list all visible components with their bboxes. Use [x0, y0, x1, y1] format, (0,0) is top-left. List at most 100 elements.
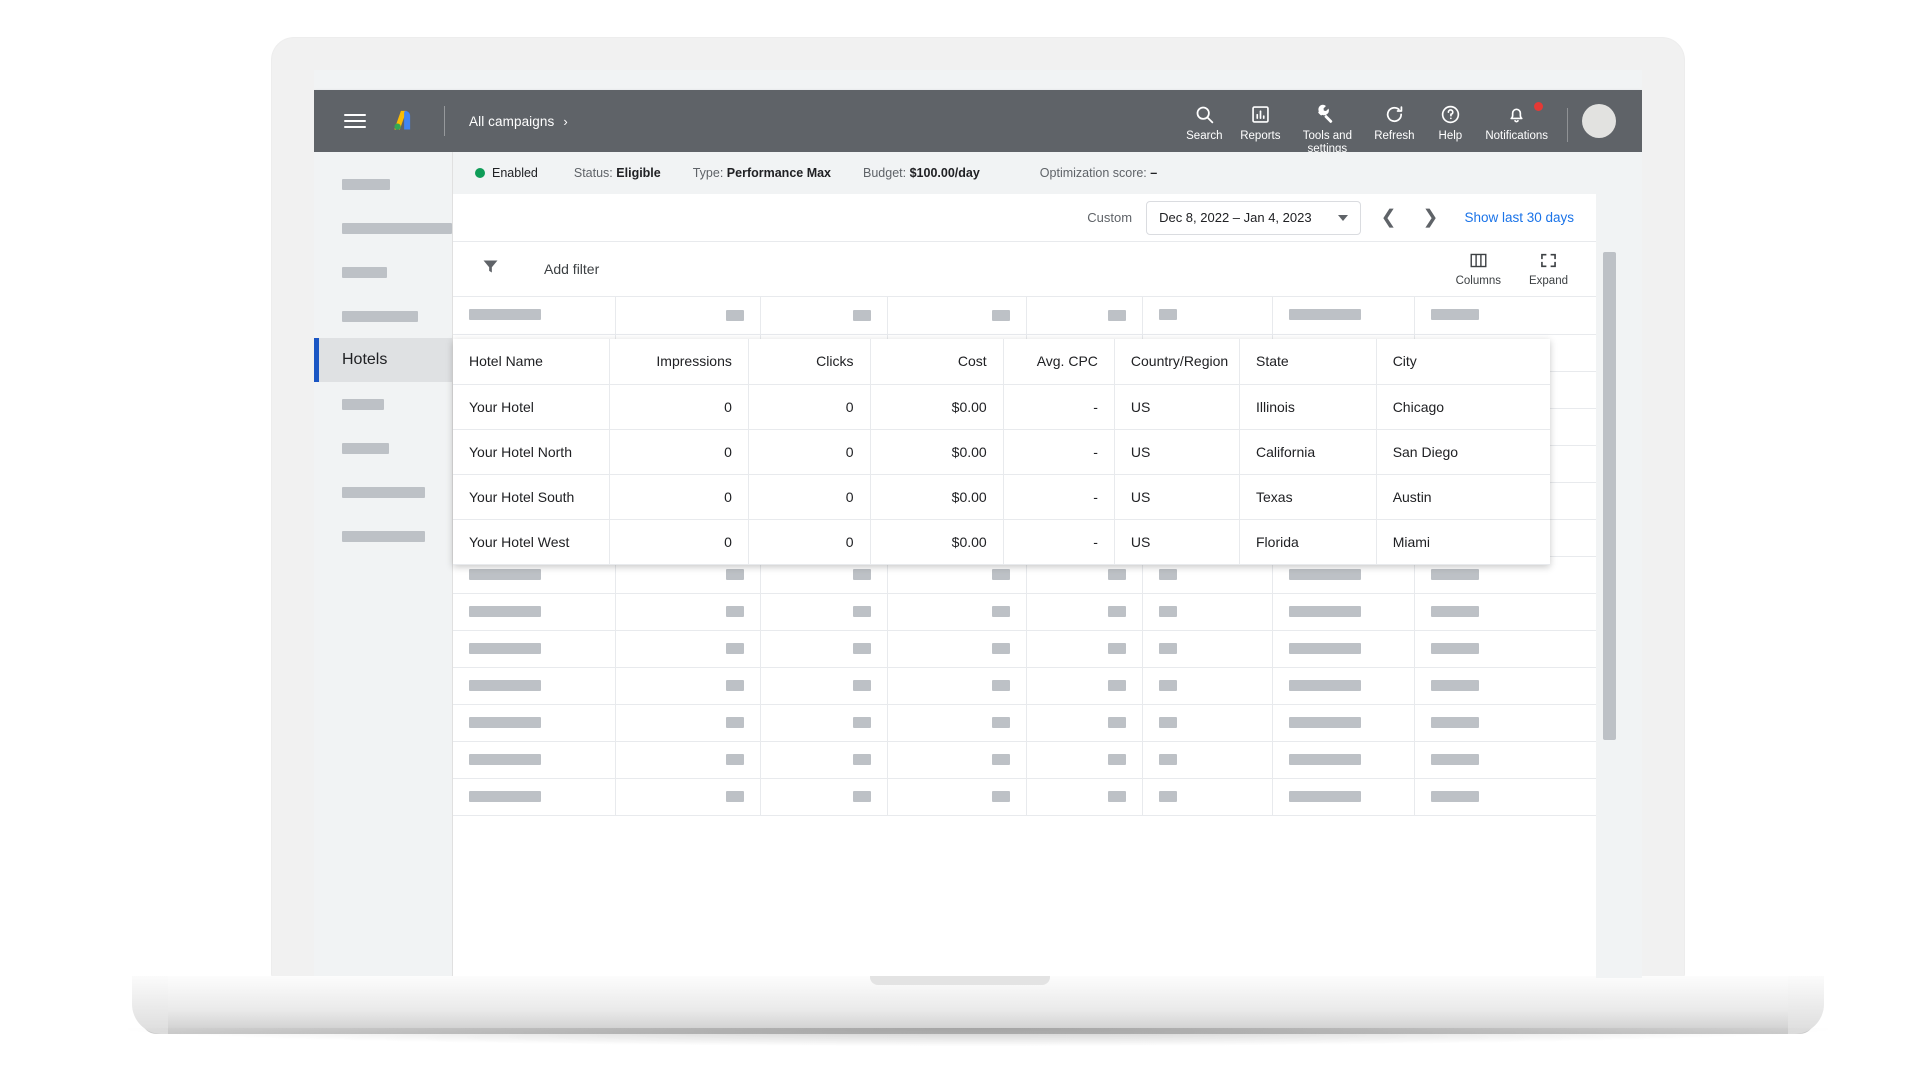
skeleton-bar: [1108, 680, 1126, 691]
search-button[interactable]: Search: [1176, 102, 1232, 143]
search-icon: [1194, 102, 1215, 126]
table-row[interactable]: Your Hotel00$0.00-USIllinoisChicago: [453, 384, 1550, 429]
sidebar-item-placeholder-7[interactable]: [314, 470, 452, 514]
sidebar-item-placeholder-1[interactable]: [314, 162, 452, 206]
skeleton-cell: [1142, 667, 1272, 704]
date-range-bar: Custom Dec 8, 2022 – Jan 4, 2023 ❮ ❯ Sho…: [453, 194, 1596, 242]
skeleton-cell: [1142, 778, 1272, 815]
sidebar-item-placeholder-2[interactable]: [314, 206, 452, 250]
skeleton-row: [453, 704, 1596, 741]
sidebar-item-hotels[interactable]: Hotels: [314, 338, 452, 382]
cell-impressions: 0: [609, 384, 748, 429]
columns-button[interactable]: Columns: [1456, 252, 1501, 287]
column-header-state[interactable]: State: [1240, 339, 1377, 384]
skeleton-cell: [761, 741, 888, 778]
skeleton-cell: [453, 704, 616, 741]
skeleton-bar: [726, 680, 744, 691]
reports-bar-chart-icon: [1250, 102, 1271, 126]
skeleton-bar: [469, 717, 541, 728]
show-last-30-days-link[interactable]: Show last 30 days: [1464, 210, 1574, 225]
skeleton-bar: [342, 267, 387, 278]
prev-period-button[interactable]: ❮: [1375, 206, 1403, 229]
skeleton-cell: [887, 741, 1026, 778]
table-row[interactable]: Your Hotel West00$0.00-USFloridaMiami: [453, 519, 1550, 564]
vertical-scrollbar-thumb[interactable]: [1603, 252, 1616, 740]
skeleton-bar: [853, 606, 871, 617]
notifications-button[interactable]: Notifications: [1478, 102, 1555, 143]
column-header-clicks[interactable]: Clicks: [748, 339, 870, 384]
notification-badge-dot: [1534, 102, 1543, 111]
filter-funnel-icon[interactable]: [481, 257, 500, 281]
skeleton-bar: [1108, 569, 1126, 580]
help-button[interactable]: Help: [1422, 102, 1478, 143]
column-header-country-region[interactable]: Country/Region: [1114, 339, 1239, 384]
add-filter-button[interactable]: Add filter: [544, 261, 599, 277]
cell-impressions: 0: [609, 519, 748, 564]
table-row[interactable]: Your Hotel North00$0.00-USCaliforniaSan …: [453, 429, 1550, 474]
refresh-label: Refresh: [1374, 130, 1414, 143]
budget-value: $100.00/day: [910, 166, 980, 180]
breadcrumb[interactable]: All campaigns ›: [469, 114, 568, 129]
table-header: Hotel Name Impressions Clicks Cost Avg. …: [453, 339, 1550, 384]
cell-hotel-name: Your Hotel North: [453, 429, 609, 474]
screenshot-stage: All campaigns › Search: [0, 0, 1920, 1080]
skeleton-bar: [853, 643, 871, 654]
refresh-button[interactable]: Refresh: [1366, 102, 1422, 143]
reports-button[interactable]: Reports: [1232, 102, 1288, 143]
skeleton-cell: [761, 630, 888, 667]
expand-button[interactable]: Expand: [1529, 252, 1568, 287]
skeleton-cell: [1026, 593, 1142, 630]
campaign-status-bar: Enabled Status: Eligible Type: Performan…: [452, 152, 1596, 194]
breadcrumb-label: All campaigns: [469, 114, 554, 129]
skeleton-row: [453, 778, 1596, 815]
filter-toolbar: Add filter Columns: [453, 242, 1596, 297]
skeleton-bar: [853, 791, 871, 802]
next-period-button[interactable]: ❯: [1417, 206, 1445, 229]
skeleton-bar: [726, 791, 744, 802]
cell-clicks: 0: [748, 429, 870, 474]
column-header-impressions[interactable]: Impressions: [609, 339, 748, 384]
column-header-city[interactable]: City: [1376, 339, 1550, 384]
skeleton-bar: [1108, 310, 1126, 321]
sidebar-item-placeholder-8[interactable]: [314, 514, 452, 558]
wrench-tools-icon: [1316, 102, 1338, 126]
skeleton-bar: [469, 606, 541, 617]
skeleton-bar: [853, 310, 871, 321]
sidebar-item-placeholder-4[interactable]: [314, 294, 452, 338]
skeleton-bar: [1159, 754, 1177, 765]
cell-country: US: [1114, 384, 1239, 429]
skeleton-bar: [992, 754, 1010, 765]
column-header-cost[interactable]: Cost: [870, 339, 1003, 384]
column-header-hotel-name[interactable]: Hotel Name: [453, 339, 609, 384]
google-ads-app: All campaigns › Search: [314, 70, 1642, 978]
avatar[interactable]: [1582, 104, 1616, 138]
skeleton-cell: [1142, 741, 1272, 778]
hamburger-menu-icon[interactable]: [344, 110, 366, 132]
cell-country: US: [1114, 519, 1239, 564]
sidebar-item-placeholder-6[interactable]: [314, 426, 452, 470]
column-header-avg-cpc[interactable]: Avg. CPC: [1003, 339, 1114, 384]
skeleton-cell: [887, 667, 1026, 704]
sidebar-item-placeholder-5[interactable]: [314, 382, 452, 426]
skeleton-bar: [342, 399, 384, 410]
help-question-icon: [1440, 102, 1461, 126]
skeleton-bar: [992, 643, 1010, 654]
skeleton-bar: [992, 606, 1010, 617]
table-row[interactable]: Your Hotel South00$0.00-USTexasAustin: [453, 474, 1550, 519]
date-range-select[interactable]: Dec 8, 2022 – Jan 4, 2023: [1146, 201, 1361, 235]
status-meta: Status: Eligible: [574, 166, 661, 180]
google-ads-logo[interactable]: [388, 106, 418, 136]
laptop-shadow: [128, 1028, 1828, 1046]
skeleton-bar: [1431, 643, 1479, 654]
laptop-screen: All campaigns › Search: [314, 70, 1642, 978]
cell-clicks: 0: [748, 519, 870, 564]
cell-impressions: 0: [609, 474, 748, 519]
tools-and-settings-button[interactable]: Tools and settings: [1288, 102, 1366, 156]
sidebar-item-placeholder-3[interactable]: [314, 250, 452, 294]
refresh-icon: [1384, 102, 1405, 126]
skeleton-cell: [1415, 704, 1596, 741]
columns-icon: [1469, 252, 1488, 272]
skeleton-bar: [469, 643, 541, 654]
topbar-divider: [444, 106, 445, 136]
sidebar-item-label: Hotels: [342, 351, 387, 369]
